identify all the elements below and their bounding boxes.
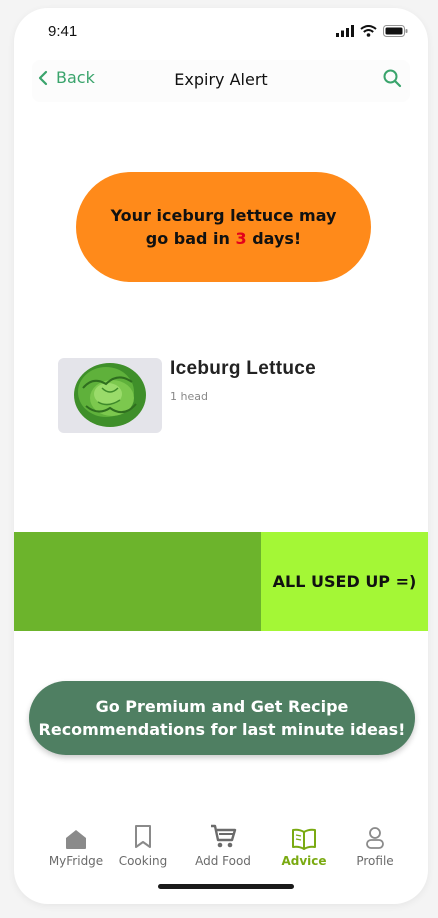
swipe-track[interactable] — [14, 532, 261, 631]
food-name: Iceburg Lettuce — [170, 358, 316, 379]
all-used-up-button[interactable]: ALL USED UP =) — [261, 532, 428, 631]
food-item-card[interactable]: Iceburg Lettuce 1 head — [58, 358, 378, 438]
tab-label-advice: Advice — [281, 854, 327, 868]
tab-cooking[interactable]: Cooking — [103, 820, 183, 868]
go-premium-button[interactable]: Go Premium and Get Recipe Recommendation… — [29, 681, 415, 755]
signal-icon — [336, 25, 354, 37]
tab-label-cooking: Cooking — [118, 854, 168, 868]
food-thumbnail — [58, 358, 162, 433]
status-time: 9:41 — [48, 23, 78, 40]
alert-days: 3 — [235, 229, 247, 248]
alert-message: Your iceburg lettuce may go bad in 3 day… — [109, 204, 339, 250]
person-icon — [366, 827, 384, 849]
lettuce-image — [74, 363, 146, 427]
tab-label-add-food: Add Food — [195, 854, 251, 868]
tab-add-food[interactable]: Add Food — [183, 820, 263, 868]
nav-bar: Back Expiry Alert — [32, 60, 410, 102]
tab-label-profile: Profile — [356, 854, 394, 868]
cart-icon — [211, 824, 237, 848]
search-button[interactable] — [380, 66, 404, 94]
tab-bar: MyFridge Cooking Add Food Advice Profile — [14, 808, 428, 888]
wifi-icon — [360, 25, 377, 37]
tab-profile[interactable]: Profile — [335, 820, 415, 868]
swipe-action-row[interactable]: ALL USED UP =) — [14, 532, 428, 631]
book-icon — [292, 828, 316, 850]
status-bar: 9:41 — [14, 8, 428, 54]
status-icons — [336, 25, 408, 37]
tab-advice[interactable]: Advice — [264, 820, 344, 868]
food-quantity: 1 head — [170, 390, 208, 403]
phone-screen: 9:41 Back Expiry Alert Your iceburg lett… — [14, 8, 428, 904]
alert-text-after: days! — [246, 229, 302, 248]
expiry-alert-banner: Your iceburg lettuce may go bad in 3 day… — [76, 172, 371, 282]
home-icon — [66, 830, 86, 849]
battery-icon — [383, 25, 408, 37]
search-icon — [383, 69, 402, 88]
home-indicator — [158, 884, 294, 889]
page-title: Expiry Alert — [174, 70, 268, 89]
alert-text-before: Your iceburg lettuce may go bad in — [110, 206, 337, 248]
bookmark-icon — [135, 825, 151, 848]
